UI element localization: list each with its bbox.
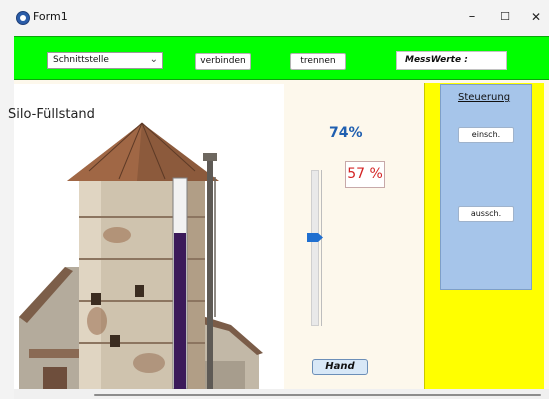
level-slider-ticks [321, 170, 325, 326]
title-bar: Form1 – ☐ ✕ [0, 0, 549, 34]
horizontal-scrollbar[interactable] [14, 389, 549, 399]
horizontal-scrollbar-thumb[interactable] [94, 394, 541, 396]
chevron-down-icon: ⌄ [149, 54, 158, 65]
messwerte-field: MessWerte : [396, 51, 507, 70]
maximize-button[interactable]: ☐ [494, 7, 516, 27]
rust-spot [103, 227, 131, 243]
level-slider-track[interactable] [311, 170, 319, 326]
disconnect-button[interactable]: trennen [290, 53, 346, 70]
silo-pipe [207, 157, 213, 389]
control-panel-blue [440, 84, 532, 290]
setpoint-percent: 57 % [345, 161, 385, 188]
rust-spot [87, 307, 107, 335]
control-title: Steuerung [458, 92, 511, 103]
interface-select-value: Schnittstelle [53, 55, 109, 65]
level-slider-thumb[interactable] [307, 233, 323, 243]
window-title: Form1 [33, 10, 68, 23]
silo-illustration [19, 122, 263, 389]
switch-on-button[interactable]: einsch. [458, 127, 514, 143]
interface-select[interactable]: Schnittstelle ⌄ [47, 52, 163, 69]
silo-window [135, 285, 144, 297]
close-button[interactable]: ✕ [525, 7, 547, 27]
silo-window [91, 293, 101, 305]
silo-highlight [79, 179, 101, 389]
silo-pipe-top [203, 153, 217, 161]
minimize-button[interactable]: – [461, 7, 483, 27]
barn-left-door [43, 367, 67, 389]
level-percent: 74% [329, 125, 363, 141]
messwerte-label: MessWerte : [405, 55, 468, 65]
connect-button[interactable]: verbinden [195, 53, 251, 70]
hand-mode-button[interactable]: Hand [312, 359, 368, 375]
app-icon [16, 11, 30, 25]
level-gauge-fill [174, 233, 186, 389]
rust-spot [133, 353, 165, 373]
app-window: Form1 – ☐ ✕ Schnittstelle ⌄ verbinden tr… [0, 0, 549, 399]
silo-roof-highlight [67, 123, 142, 181]
silo-window [110, 335, 120, 347]
switch-off-button[interactable]: aussch. [458, 206, 514, 222]
connection-toolbar: Schnittstelle ⌄ verbinden trennen MessWe… [14, 36, 549, 80]
